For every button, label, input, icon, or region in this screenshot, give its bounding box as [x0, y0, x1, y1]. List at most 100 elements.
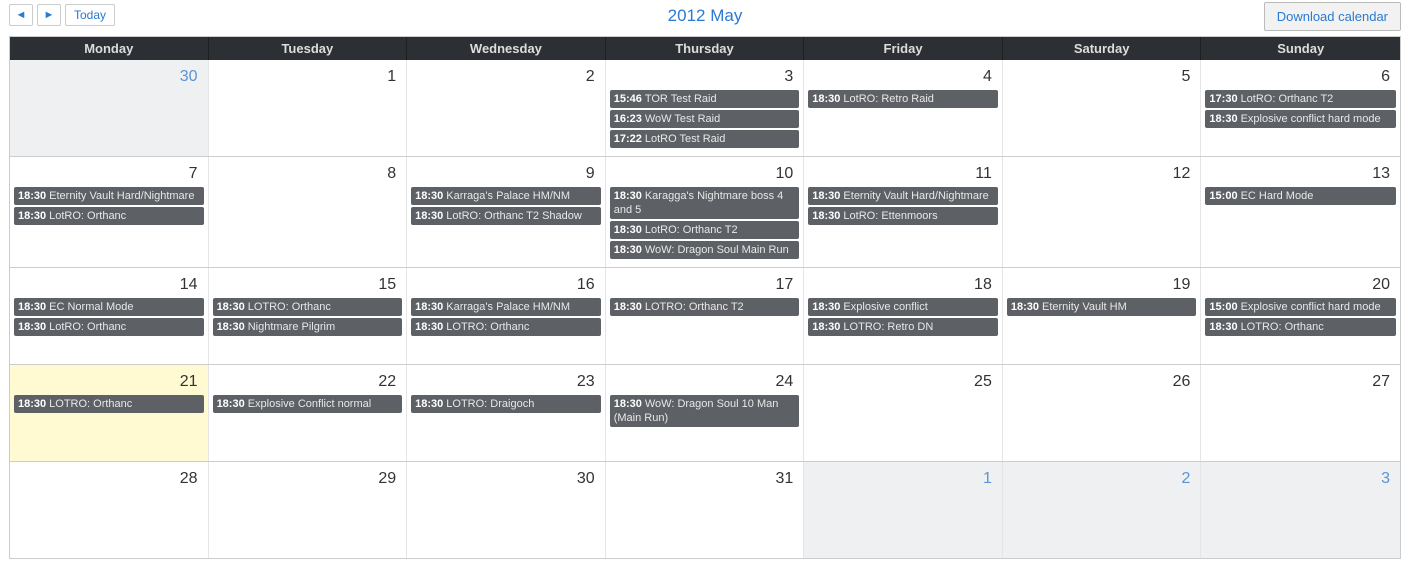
day-cell[interactable]: 27 [1201, 365, 1400, 461]
day-cell[interactable]: 2015:00Explosive conflict hard mode18:30… [1201, 268, 1400, 364]
events-container: 18:30Eternity Vault HM [1007, 298, 1197, 358]
calendar-event[interactable]: 18:30Eternity Vault Hard/Nightmare [808, 187, 998, 205]
events-container: 18:30Eternity Vault Hard/Nightmare 18:30L… [14, 187, 204, 261]
day-cell[interactable]: 8 [209, 157, 408, 267]
calendar-event[interactable]: 18:30Karraga's Palace HM/NM [411, 187, 601, 205]
day-cell[interactable]: 1518:30LOTRO: Orthanc18:30Nightmare Pilg… [209, 268, 408, 364]
calendar: ◄ ► Today 2012 May Download calendar Mon… [5, 0, 1405, 559]
day-cell[interactable]: 31 [606, 462, 805, 558]
day-cell[interactable]: 1018:30Karagga's Nightmare boss 4 and 51… [606, 157, 805, 267]
events-container: 18:30Karraga's Palace HM/NM 18:30LOTRO: O… [411, 298, 601, 358]
calendar-event[interactable]: 18:30LotRO: Retro Raid [808, 90, 998, 108]
day-cell[interactable]: 26 [1003, 365, 1202, 461]
calendar-event[interactable]: 18:30LotRO: Ettenmoors [808, 207, 998, 225]
event-title: LOTRO: Orthanc [446, 321, 529, 333]
calendar-event[interactable]: 17:22LotRO Test Raid [610, 130, 800, 148]
calendar-event[interactable]: 18:30EC Normal Mode [14, 298, 204, 316]
calendar-event[interactable]: 15:46TOR Test Raid [610, 90, 800, 108]
day-number: 1 [213, 64, 403, 90]
day-cell[interactable]: 1418:30EC Normal Mode18:30LotRO: Orthanc [10, 268, 209, 364]
events-container: 15:00Explosive conflict hard mode 18:30LO… [1205, 298, 1396, 358]
day-header: Tuesday [209, 37, 408, 60]
calendar-event[interactable]: 18:30Eternity Vault Hard/Nightmare [14, 187, 204, 205]
calendar-event[interactable]: 18:30LOTRO: Orthanc [213, 298, 403, 316]
calendar-event[interactable]: 17:30LotRO: Orthanc T2 [1205, 90, 1396, 108]
day-cell[interactable]: 1818:30Explosive conflict18:30LOTRO: Ret… [804, 268, 1003, 364]
calendar-event[interactable]: 18:30WoW: Dragon Soul 10 Man (Main Run) [610, 395, 800, 427]
calendar-event[interactable]: 18:30LOTRO: Orthanc [14, 395, 204, 413]
calendar-event[interactable]: 18:30Nightmare Pilgrim [213, 318, 403, 336]
day-cell[interactable]: 1118:30Eternity Vault Hard/Nightmare18:3… [804, 157, 1003, 267]
event-time: 18:30 [614, 190, 642, 202]
calendar-event[interactable]: 15:00Explosive conflict hard mode [1205, 298, 1396, 316]
day-cell[interactable]: 2 [407, 60, 606, 156]
day-cell[interactable]: 12 [1003, 157, 1202, 267]
event-title: LotRO: Orthanc T2 Shadow [446, 210, 582, 222]
calendar-event[interactable]: 18:30LOTRO: Retro DN [808, 318, 998, 336]
events-container [1007, 492, 1197, 552]
day-cell[interactable]: 315:46TOR Test Raid16:23WoW Test Raid17:… [606, 60, 805, 156]
calendar-event[interactable]: 18:30LotRO: Orthanc T2 [610, 221, 800, 239]
event-title: Nightmare Pilgrim [248, 321, 335, 333]
calendar-event[interactable]: 18:30LotRO: Orthanc [14, 207, 204, 225]
day-cell[interactable]: 2 [1003, 462, 1202, 558]
day-cell[interactable]: 418:30LotRO: Retro Raid [804, 60, 1003, 156]
event-time: 17:30 [1209, 93, 1237, 105]
day-cell[interactable]: 1718:30LOTRO: Orthanc T2 [606, 268, 805, 364]
day-number: 28 [14, 466, 204, 492]
events-container [411, 492, 601, 552]
calendar-event[interactable]: 18:30LOTRO: Orthanc [411, 318, 601, 336]
day-cell[interactable]: 1618:30Karraga's Palace HM/NM18:30LOTRO:… [407, 268, 606, 364]
calendar-event[interactable]: 18:30LOTRO: Draigoch [411, 395, 601, 413]
day-cell[interactable]: 30 [407, 462, 606, 558]
calendar-event[interactable]: 18:30Explosive conflict [808, 298, 998, 316]
day-number: 25 [808, 369, 998, 395]
day-cell[interactable]: 3 [1201, 462, 1400, 558]
day-number: 8 [213, 161, 403, 187]
event-time: 18:30 [812, 210, 840, 222]
day-cell[interactable]: 2118:30LOTRO: Orthanc [10, 365, 209, 461]
day-cell[interactable]: 29 [209, 462, 408, 558]
calendar-event[interactable]: 18:30Karraga's Palace HM/NM [411, 298, 601, 316]
calendar-event[interactable]: 18:30LOTRO: Orthanc T2 [610, 298, 800, 316]
events-container [213, 90, 403, 150]
events-container: 18:30LOTRO: Orthanc T2 [610, 298, 800, 358]
event-time: 18:30 [812, 321, 840, 333]
event-time: 18:30 [1209, 113, 1237, 125]
calendar-event[interactable]: 18:30Explosive conflict hard mode [1205, 110, 1396, 128]
calendar-event[interactable]: 18:30LOTRO: Orthanc [1205, 318, 1396, 336]
calendar-event[interactable]: 18:30Explosive Conflict normal [213, 395, 403, 413]
day-cell[interactable]: 2218:30Explosive Conflict normal [209, 365, 408, 461]
events-container [1007, 187, 1197, 261]
day-cell[interactable]: 25 [804, 365, 1003, 461]
calendar-event[interactable]: 18:30LotRO: Orthanc [14, 318, 204, 336]
day-cell[interactable]: 718:30Eternity Vault Hard/Nightmare18:30… [10, 157, 209, 267]
calendar-event[interactable]: 18:30Karagga's Nightmare boss 4 and 5 [610, 187, 800, 219]
day-cell[interactable]: 2318:30LOTRO: Draigoch [407, 365, 606, 461]
day-cell[interactable]: 28 [10, 462, 209, 558]
day-cell[interactable]: 1315:00EC Hard Mode [1201, 157, 1400, 267]
event-title: Explosive Conflict normal [248, 398, 372, 410]
download-calendar-button[interactable]: Download calendar [1264, 2, 1401, 31]
day-cell[interactable]: 1 [804, 462, 1003, 558]
day-cell[interactable]: 617:30LotRO: Orthanc T218:30Explosive co… [1201, 60, 1400, 156]
day-number: 2 [1007, 466, 1197, 492]
day-cell[interactable]: 5 [1003, 60, 1202, 156]
events-container [14, 90, 204, 150]
calendar-event[interactable]: 18:30WoW: Dragon Soul Main Run [610, 241, 800, 259]
event-time: 18:30 [18, 321, 46, 333]
day-cell[interactable]: 1 [209, 60, 408, 156]
event-time: 15:46 [614, 93, 642, 105]
day-number: 24 [610, 369, 800, 395]
calendar-event[interactable]: 18:30LotRO: Orthanc T2 Shadow [411, 207, 601, 225]
day-number: 10 [610, 161, 800, 187]
event-time: 18:30 [415, 190, 443, 202]
calendar-event[interactable]: 18:30Eternity Vault HM [1007, 298, 1197, 316]
day-cell[interactable]: 2418:30WoW: Dragon Soul 10 Man (Main Run… [606, 365, 805, 461]
day-number: 29 [213, 466, 403, 492]
day-cell[interactable]: 30 [10, 60, 209, 156]
day-cell[interactable]: 918:30Karraga's Palace HM/NM18:30LotRO: … [407, 157, 606, 267]
calendar-event[interactable]: 16:23WoW Test Raid [610, 110, 800, 128]
day-cell[interactable]: 1918:30Eternity Vault HM [1003, 268, 1202, 364]
calendar-event[interactable]: 15:00EC Hard Mode [1205, 187, 1396, 205]
